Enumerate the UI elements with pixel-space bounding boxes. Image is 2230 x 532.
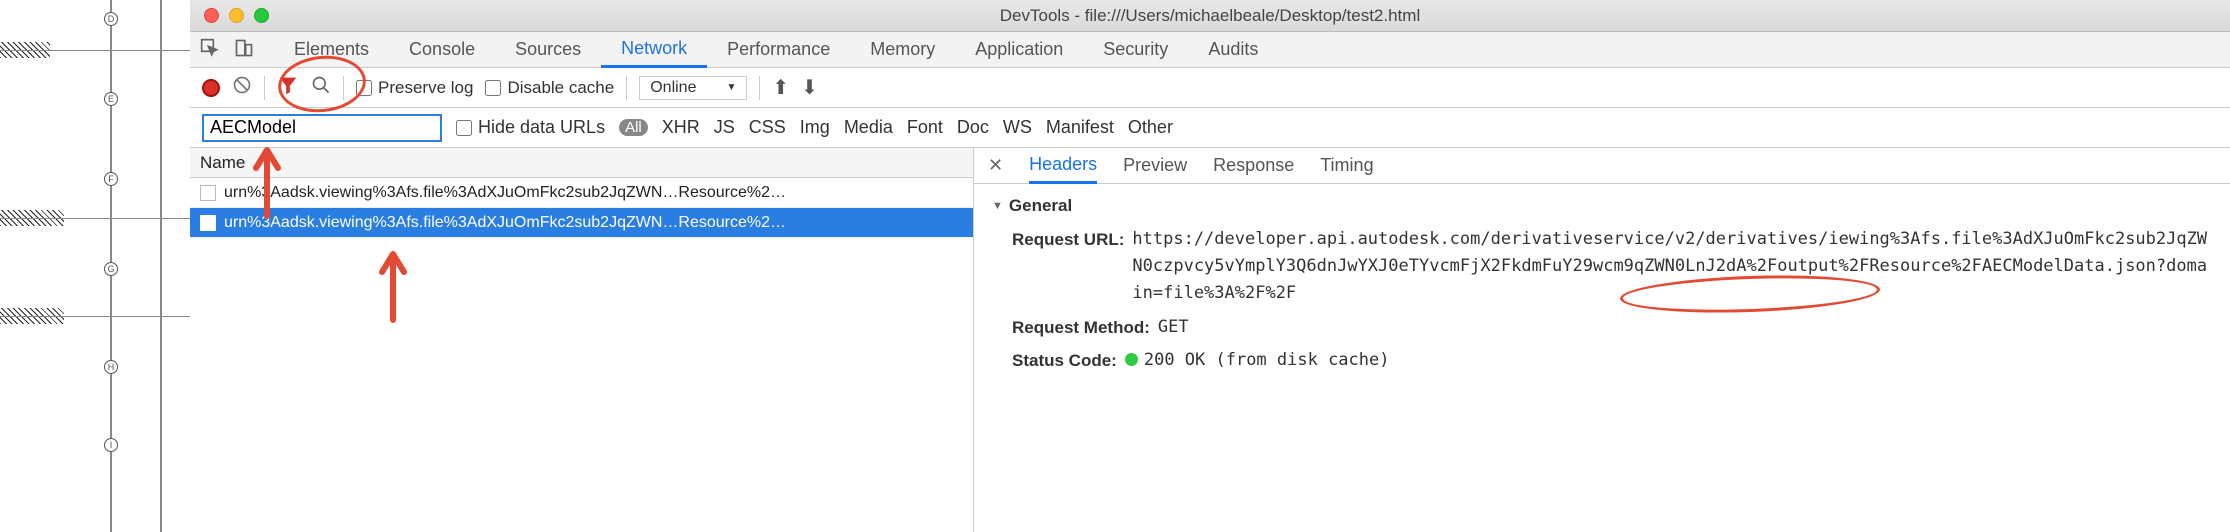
filter-input[interactable] — [202, 114, 442, 142]
preserve-log-checkbox[interactable]: Preserve log — [356, 78, 473, 98]
cad-grid-mark: D — [104, 12, 118, 26]
hide-data-urls-checkbox[interactable]: Hide data URLs — [456, 117, 605, 138]
inspect-icon[interactable] — [200, 38, 220, 61]
cad-grid-mark: F — [104, 172, 118, 186]
cad-grid-mark: I — [104, 438, 118, 452]
request-url-label: Request URL: — [1012, 226, 1124, 308]
tab-audits[interactable]: Audits — [1188, 32, 1278, 68]
request-detail-pane: ✕ Headers Preview Response Timing ▼ Gene… — [974, 148, 2230, 532]
request-row[interactable]: urn%3Aadsk.viewing%3Afs.file%3AdXJuOmFkc… — [190, 178, 973, 208]
tab-security[interactable]: Security — [1083, 32, 1188, 68]
tab-performance[interactable]: Performance — [707, 32, 850, 68]
cad-drawing-background: D E F G H I — [0, 0, 190, 532]
request-name: urn%3Aadsk.viewing%3Afs.file%3AdXJuOmFkc… — [224, 214, 786, 232]
filter-type-css[interactable]: CSS — [749, 117, 786, 138]
status-code-label: Status Code: — [1012, 347, 1117, 374]
detail-tab-response[interactable]: Response — [1213, 148, 1294, 184]
tab-elements[interactable]: Elements — [274, 32, 389, 68]
window-close-button[interactable] — [204, 8, 219, 23]
hide-data-urls-label: Hide data URLs — [478, 117, 605, 138]
network-filter-bar: Hide data URLs All XHR JS CSS Img Media … — [190, 108, 2230, 148]
clear-icon[interactable] — [232, 75, 252, 100]
file-icon — [200, 185, 216, 201]
record-icon[interactable] — [202, 79, 220, 97]
window-title: DevTools - file:///Users/michaelbeale/De… — [1000, 6, 1420, 26]
upload-icon[interactable]: ⬆︎ — [772, 75, 789, 100]
file-icon — [200, 215, 216, 231]
cad-grid-mark: E — [104, 92, 118, 106]
window-minimize-button[interactable] — [229, 8, 244, 23]
filter-type-js[interactable]: JS — [714, 117, 735, 138]
disable-cache-checkbox[interactable]: Disable cache — [485, 78, 614, 98]
request-method-value: GET — [1158, 314, 1189, 341]
filter-icon[interactable] — [277, 74, 299, 101]
filter-type-img[interactable]: Img — [800, 117, 830, 138]
window-zoom-button[interactable] — [254, 8, 269, 23]
filter-type-other[interactable]: Other — [1128, 117, 1173, 138]
filter-type-ws[interactable]: WS — [1003, 117, 1032, 138]
throttling-select[interactable]: Online ▼ — [639, 76, 747, 100]
filter-type-all[interactable]: All — [619, 119, 648, 136]
devtools-window: DevTools - file:///Users/michaelbeale/De… — [190, 0, 2230, 532]
request-list-pane: Name urn%3Aadsk.viewing%3Afs.file%3AdXJu… — [190, 148, 974, 532]
detail-tab-preview[interactable]: Preview — [1123, 148, 1187, 184]
status-ok-icon — [1125, 353, 1138, 366]
request-name: urn%3Aadsk.viewing%3Afs.file%3AdXJuOmFkc… — [224, 184, 786, 202]
window-titlebar: DevTools - file:///Users/michaelbeale/De… — [190, 0, 2230, 32]
cad-grid-mark: G — [104, 262, 118, 276]
filter-type-manifest[interactable]: Manifest — [1046, 117, 1114, 138]
tab-application[interactable]: Application — [955, 32, 1083, 68]
column-header-name[interactable]: Name — [190, 148, 973, 178]
device-toolbar-icon[interactable] — [234, 38, 254, 61]
tab-sources[interactable]: Sources — [495, 32, 601, 68]
tab-console[interactable]: Console — [389, 32, 495, 68]
disable-cache-label: Disable cache — [507, 78, 614, 98]
request-row[interactable]: urn%3Aadsk.viewing%3Afs.file%3AdXJuOmFkc… — [190, 208, 973, 238]
download-icon[interactable]: ⬇︎ — [801, 75, 818, 100]
detail-tab-headers[interactable]: Headers — [1029, 148, 1097, 184]
chevron-down-icon: ▼ — [992, 200, 1003, 212]
detail-tab-timing[interactable]: Timing — [1320, 148, 1373, 184]
chevron-down-icon: ▼ — [726, 82, 736, 93]
close-icon[interactable]: ✕ — [988, 155, 1003, 176]
status-code-value: 200 OK (from disk cache) — [1125, 347, 1390, 374]
headers-section-general[interactable]: ▼ General — [992, 196, 2212, 216]
request-url-value: https://developer.api.autodesk.com/deriv… — [1132, 226, 2212, 308]
filter-type-doc[interactable]: Doc — [957, 117, 989, 138]
search-icon[interactable] — [311, 75, 331, 100]
preserve-log-label: Preserve log — [378, 78, 473, 98]
filter-type-media[interactable]: Media — [844, 117, 893, 138]
cad-grid-mark: H — [104, 360, 118, 374]
throttling-value: Online — [650, 79, 696, 97]
devtools-main-tabs: Elements Console Sources Network Perform… — [190, 32, 2230, 68]
filter-type-font[interactable]: Font — [907, 117, 943, 138]
request-method-label: Request Method: — [1012, 314, 1150, 341]
network-toolbar: Preserve log Disable cache Online ▼ ⬆︎ ⬇… — [190, 68, 2230, 108]
tab-memory[interactable]: Memory — [850, 32, 955, 68]
tab-network[interactable]: Network — [601, 32, 707, 68]
filter-type-xhr[interactable]: XHR — [662, 117, 700, 138]
